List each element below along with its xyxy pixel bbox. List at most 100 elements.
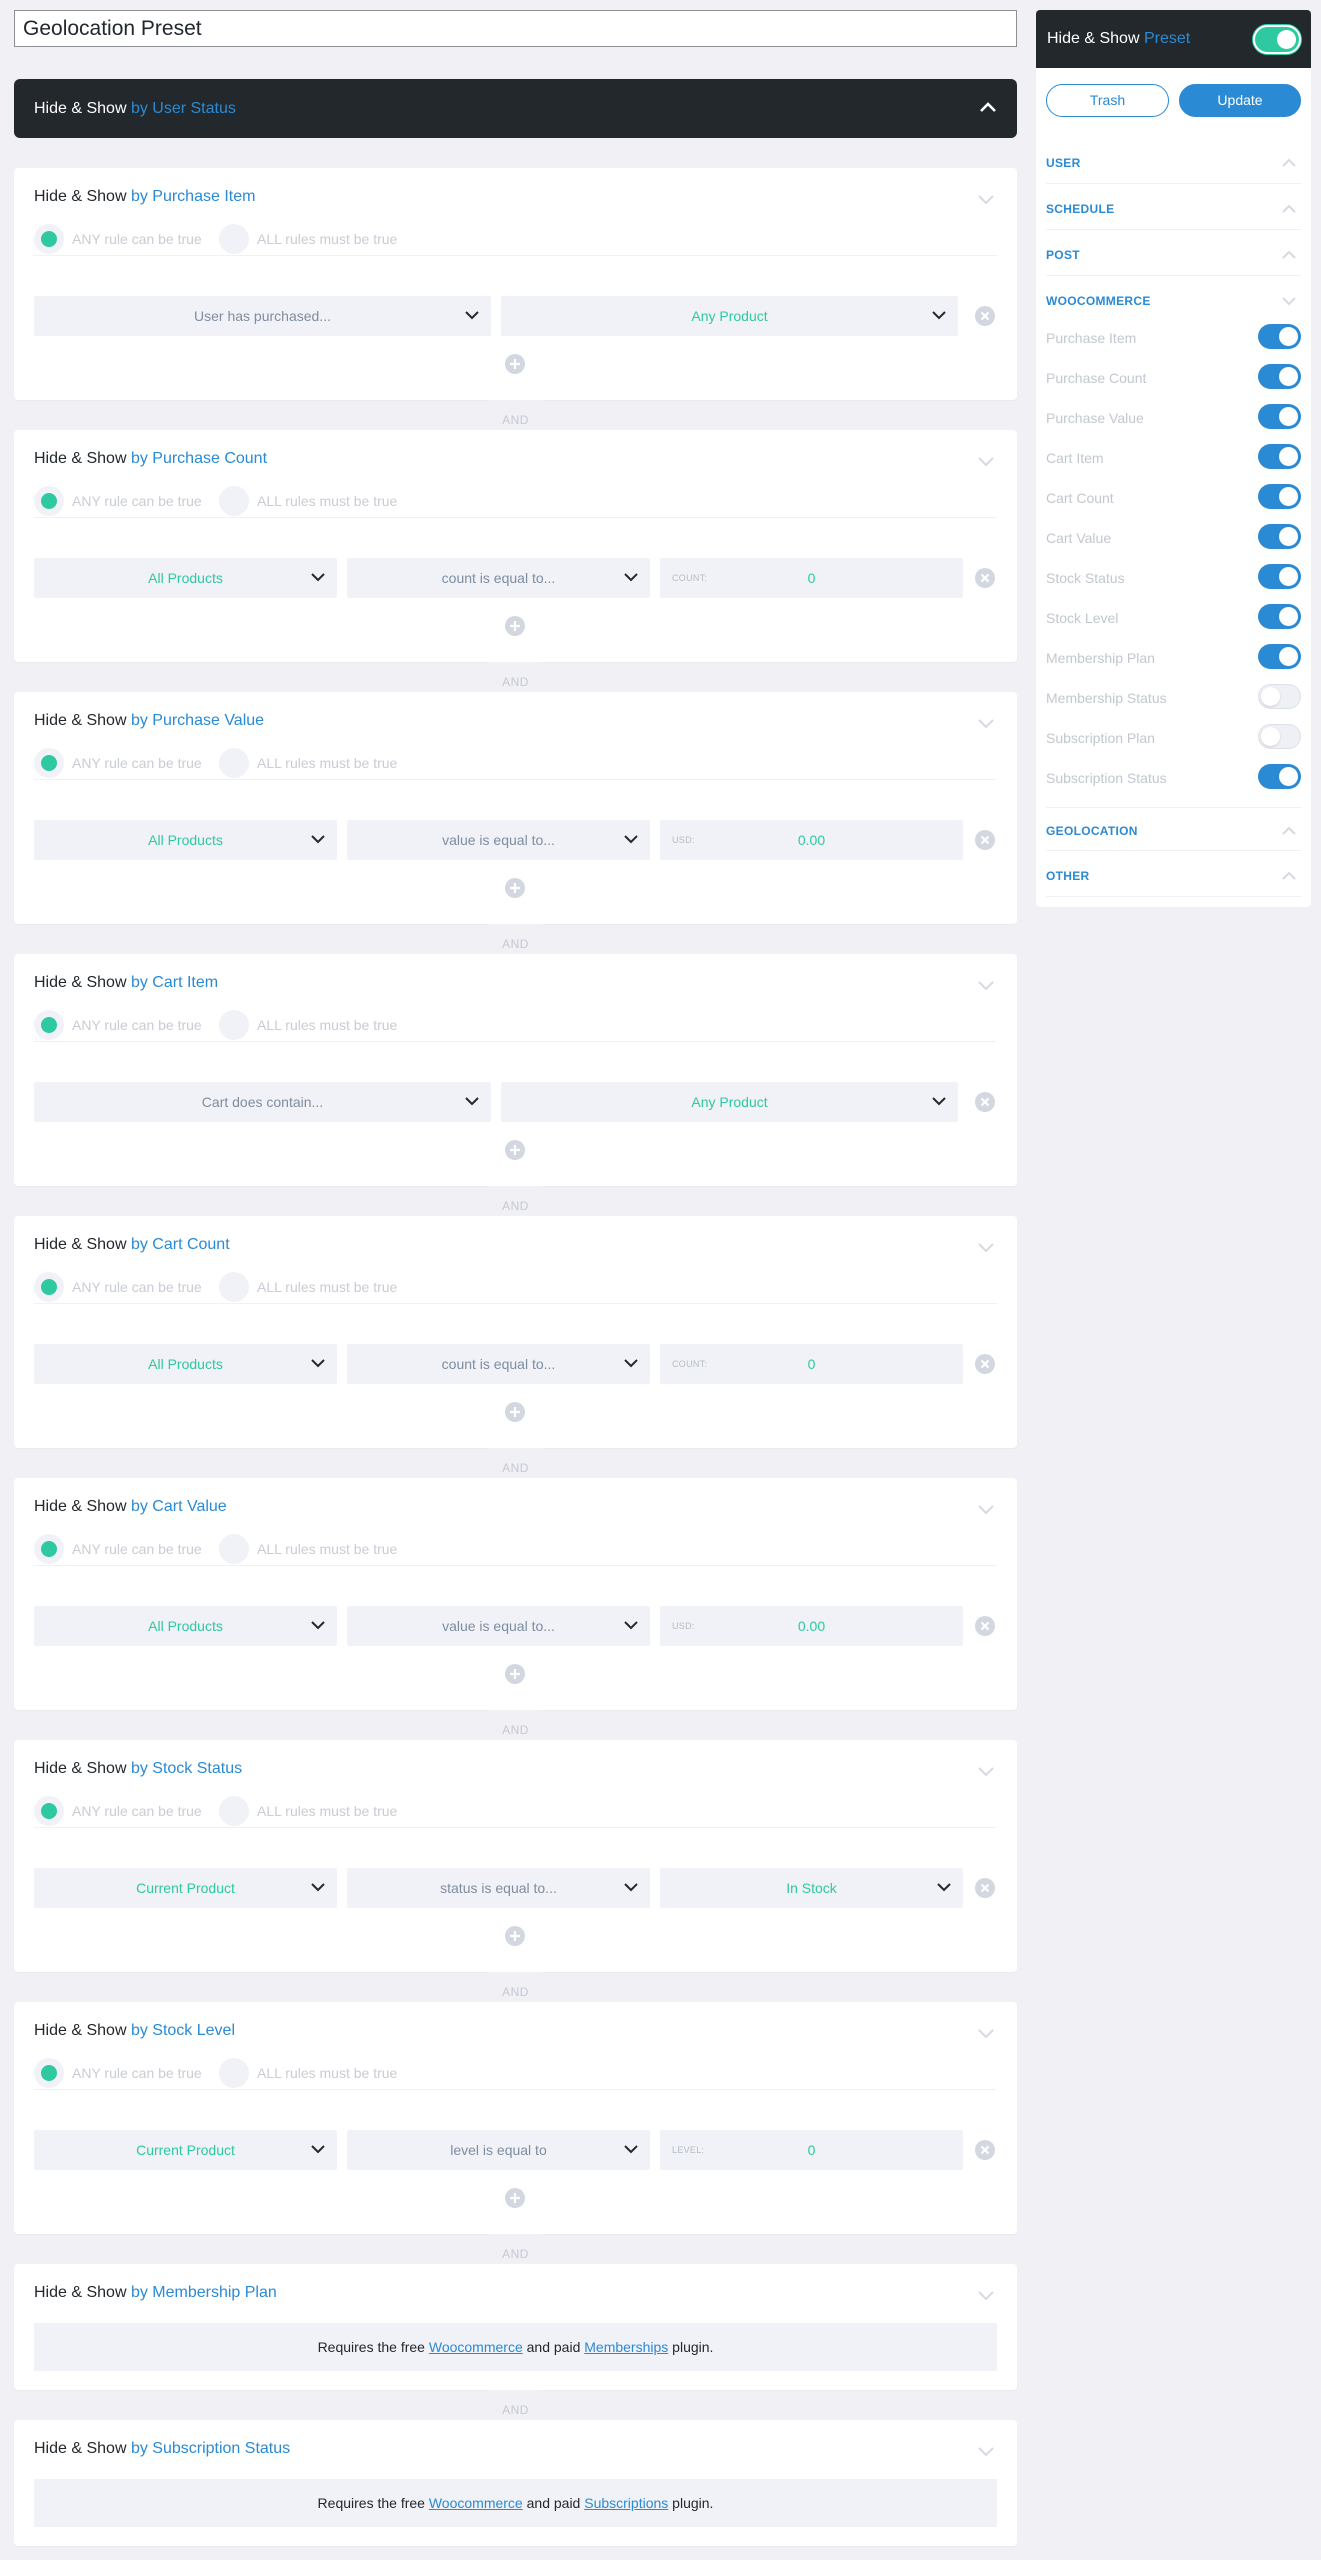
toggle-switch[interactable] — [1258, 364, 1301, 389]
product-select[interactable]: Current Product — [34, 1868, 337, 1908]
sidebar-section-schedule[interactable]: SCHEDULE — [1046, 186, 1301, 230]
toggle-switch[interactable] — [1258, 444, 1301, 469]
sidebar-section-post[interactable]: POST — [1046, 232, 1301, 276]
sidebar-section-user[interactable]: USER — [1046, 140, 1301, 184]
chevron-down-icon[interactable] — [977, 980, 995, 991]
subscriptions-link[interactable]: Subscriptions — [584, 2495, 668, 2511]
toggle-switch[interactable] — [1258, 564, 1301, 589]
level-input[interactable]: LEVEL: 0 — [660, 2130, 963, 2170]
card-title: Hide & Show by Subscription Status — [34, 2440, 291, 2457]
operator-select[interactable]: status is equal to... — [347, 1868, 650, 1908]
radio-any[interactable]: ANY rule can be true — [34, 1534, 202, 1564]
toggle-switch[interactable] — [1258, 324, 1301, 349]
product-select[interactable]: All Products — [34, 1344, 337, 1384]
toggle-switch[interactable] — [1258, 684, 1301, 709]
preset-enabled-toggle[interactable] — [1253, 25, 1301, 54]
condition-card-stock-level: Hide & Show by Stock Level ANY rule can … — [14, 2002, 1017, 2234]
toggle-switch[interactable] — [1258, 724, 1301, 749]
radio-any[interactable]: ANY rule can be true — [34, 1272, 202, 1302]
chevron-down-icon — [624, 2145, 638, 2154]
toggle-switch[interactable] — [1258, 644, 1301, 669]
group-title-prefix: Hide & Show — [34, 100, 131, 117]
radio-any[interactable]: ANY rule can be true — [34, 486, 202, 516]
product-select[interactable]: Current Product — [34, 2130, 337, 2170]
add-rule-icon[interactable] — [505, 616, 525, 636]
product-select[interactable]: All Products — [34, 558, 337, 598]
radio-all[interactable]: ALL rules must be true — [219, 486, 397, 516]
chevron-down-icon[interactable] — [977, 456, 995, 467]
add-rule-icon[interactable] — [505, 1664, 525, 1684]
operator-select[interactable]: value is equal to... — [347, 820, 650, 860]
match-radio-group: ANY rule can be true ALL rules must be t… — [34, 1010, 997, 1042]
radio-any[interactable]: ANY rule can be true — [34, 1796, 202, 1826]
woocommerce-link[interactable]: Woocommerce — [429, 2495, 523, 2511]
toggle-switch[interactable] — [1258, 404, 1301, 429]
product-select[interactable]: Any Product — [501, 1082, 958, 1122]
remove-rule-icon[interactable] — [975, 1092, 995, 1112]
trash-button[interactable]: Trash — [1046, 84, 1169, 117]
radio-all[interactable]: ALL rules must be true — [219, 2058, 397, 2088]
card-title: Hide & Show by Purchase Count — [34, 450, 268, 467]
add-rule-icon[interactable] — [505, 1402, 525, 1422]
remove-rule-icon[interactable] — [975, 1354, 995, 1374]
remove-rule-icon[interactable] — [975, 1878, 995, 1898]
remove-rule-icon[interactable] — [975, 2140, 995, 2160]
radio-all[interactable]: ALL rules must be true — [219, 748, 397, 778]
radio-any[interactable]: ANY rule can be true — [34, 2058, 202, 2088]
remove-rule-icon[interactable] — [975, 568, 995, 588]
condition-select[interactable]: User has purchased... — [34, 296, 491, 336]
chevron-down-icon[interactable] — [977, 1504, 995, 1515]
woocommerce-link[interactable]: Woocommerce — [429, 2339, 523, 2355]
sidebar-section-geolocation[interactable]: GEOLOCATION — [1046, 807, 1301, 851]
condition-select[interactable]: Cart does contain... — [34, 1082, 491, 1122]
radio-any[interactable]: ANY rule can be true — [34, 224, 202, 254]
remove-rule-icon[interactable] — [975, 1616, 995, 1636]
radio-all[interactable]: ALL rules must be true — [219, 1534, 397, 1564]
memberships-link[interactable]: Memberships — [584, 2339, 668, 2355]
and-connector: AND — [14, 1448, 1017, 1478]
radio-any[interactable]: ANY rule can be true — [34, 748, 202, 778]
toggle-switch[interactable] — [1258, 604, 1301, 629]
add-rule-icon[interactable] — [505, 1926, 525, 1946]
value-input[interactable]: USD: 0.00 — [660, 1606, 963, 1646]
radio-all[interactable]: ALL rules must be true — [219, 224, 397, 254]
product-select[interactable]: Any Product — [501, 296, 958, 336]
add-rule-icon[interactable] — [505, 878, 525, 898]
radio-any[interactable]: ANY rule can be true — [34, 1010, 202, 1040]
chevron-down-icon[interactable] — [977, 2446, 995, 2457]
remove-rule-icon[interactable] — [975, 306, 995, 326]
product-select[interactable]: All Products — [34, 820, 337, 860]
preset-title-input[interactable]: Geolocation Preset — [14, 10, 1017, 47]
product-select[interactable]: All Products — [34, 1606, 337, 1646]
count-input[interactable]: COUNT: 0 — [660, 558, 963, 598]
chevron-down-icon[interactable] — [977, 1242, 995, 1253]
toggle-switch[interactable] — [1258, 764, 1301, 789]
radio-all[interactable]: ALL rules must be true — [219, 1796, 397, 1826]
chevron-down-icon[interactable] — [977, 1766, 995, 1777]
toggle-row: Cart Item — [1046, 438, 1301, 478]
operator-select[interactable]: level is equal to — [347, 2130, 650, 2170]
toggle-switch[interactable] — [1258, 524, 1301, 549]
sidebar-section-woocommerce[interactable]: WOOCOMMERCE — [1046, 278, 1301, 322]
chevron-down-icon[interactable] — [977, 718, 995, 729]
update-button[interactable]: Update — [1179, 84, 1301, 117]
toggle-switch[interactable] — [1258, 484, 1301, 509]
stock-status-select[interactable]: In Stock — [660, 1868, 963, 1908]
chevron-down-icon[interactable] — [977, 2290, 995, 2301]
group-header-user-status[interactable]: Hide & Show by User Status — [14, 79, 1017, 138]
value-input[interactable]: USD: 0.00 — [660, 820, 963, 860]
add-rule-icon[interactable] — [505, 1140, 525, 1160]
radio-all[interactable]: ALL rules must be true — [219, 1272, 397, 1302]
radio-all[interactable]: ALL rules must be true — [219, 1010, 397, 1040]
add-rule-icon[interactable] — [505, 2188, 525, 2208]
chevron-up-icon[interactable] — [979, 101, 997, 113]
operator-select[interactable]: count is equal to... — [347, 1344, 650, 1384]
remove-rule-icon[interactable] — [975, 830, 995, 850]
operator-select[interactable]: value is equal to... — [347, 1606, 650, 1646]
count-input[interactable]: COUNT: 0 — [660, 1344, 963, 1384]
chevron-down-icon[interactable] — [977, 2028, 995, 2039]
operator-select[interactable]: count is equal to... — [347, 558, 650, 598]
chevron-down-icon[interactable] — [977, 194, 995, 205]
sidebar-section-other[interactable]: OTHER — [1046, 853, 1301, 897]
add-rule-icon[interactable] — [505, 354, 525, 374]
